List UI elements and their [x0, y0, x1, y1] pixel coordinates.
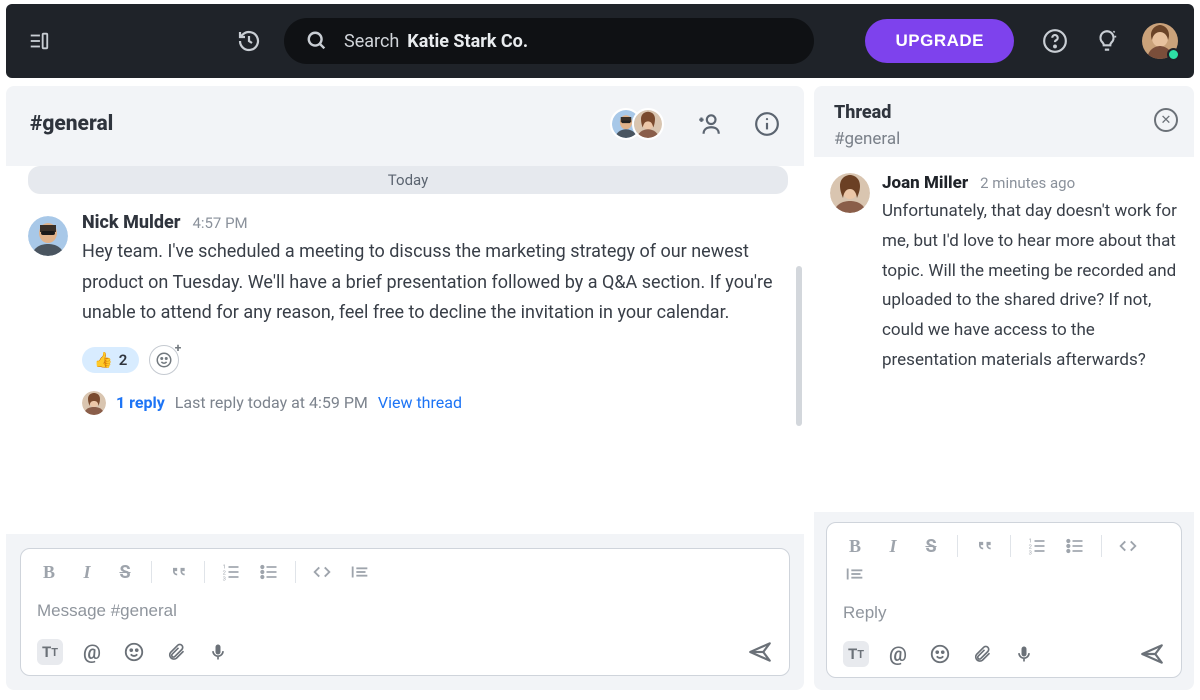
codeblock-button[interactable]	[348, 561, 372, 583]
mic-button[interactable]	[205, 639, 231, 665]
thread-title: Thread	[834, 102, 900, 123]
attach-button[interactable]	[163, 639, 189, 665]
italic-button[interactable]: I	[881, 536, 905, 557]
message: Nick Mulder 4:57 PM Hey team. I've sched…	[28, 212, 794, 415]
reaction-pill[interactable]: 👍 2	[82, 347, 139, 373]
view-thread-link[interactable]: View thread	[378, 393, 462, 412]
channel-title[interactable]: #general	[30, 112, 113, 136]
message-text: Hey team. I've scheduled a meeting to di…	[82, 237, 774, 329]
code-button[interactable]	[310, 561, 334, 583]
send-button[interactable]	[747, 639, 773, 665]
send-button[interactable]	[1139, 641, 1165, 667]
bulb-icon[interactable]	[1090, 24, 1124, 58]
thread-formatting-toolbar: B I S 123	[837, 531, 1171, 593]
thread-avatar[interactable]	[830, 173, 870, 213]
thread-composer: B I S 123 TT @	[826, 522, 1182, 678]
sidebar-toggle-icon[interactable]	[22, 24, 56, 58]
user-avatar[interactable]	[1142, 23, 1178, 59]
bold-button[interactable]: B	[843, 536, 867, 557]
mic-button[interactable]	[1011, 641, 1037, 667]
message-composer: B I S 123 TT @	[20, 548, 790, 676]
reaction-count: 2	[119, 351, 128, 369]
thread-time: 2 minutes ago	[980, 174, 1075, 192]
thread-panel: Thread #general ✕ Joan Miller 2 minutes …	[814, 86, 1194, 690]
quote-button[interactable]	[972, 536, 996, 556]
thread-message: Joan Miller 2 minutes ago Unfortunately,…	[830, 173, 1178, 376]
thread-messages: Joan Miller 2 minutes ago Unfortunately,…	[814, 157, 1194, 512]
main-panel: #general Today Nick Mulder 4:57 PM	[6, 86, 804, 690]
thread-header: Thread #general ✕	[814, 86, 1194, 157]
ordered-list-button[interactable]: 123	[219, 562, 243, 582]
search-box[interactable]: Search Katie Stark Co.	[284, 18, 814, 64]
channel-members[interactable]	[612, 108, 664, 140]
last-reply: Last reply today at 4:59 PM	[175, 393, 368, 412]
message-author[interactable]: Nick Mulder	[82, 212, 180, 233]
message-input[interactable]	[31, 591, 779, 633]
code-button[interactable]	[1116, 535, 1140, 557]
add-user-icon[interactable]	[696, 111, 722, 137]
formatting-toolbar: B I S 123	[31, 557, 779, 591]
reply-input[interactable]	[837, 593, 1171, 635]
date-divider: Today	[28, 166, 788, 194]
help-icon[interactable]	[1038, 24, 1072, 58]
bullet-list-button[interactable]	[1063, 536, 1087, 556]
close-icon[interactable]: ✕	[1154, 108, 1178, 132]
toggle-formatting-button[interactable]: TT	[843, 641, 869, 667]
svg-text:3: 3	[223, 576, 226, 582]
thread-summary[interactable]: 1 reply Last reply today at 4:59 PM View…	[82, 391, 774, 415]
search-context: Katie Stark Co.	[407, 31, 528, 52]
search-icon	[306, 30, 328, 52]
add-reaction-icon[interactable]: +	[149, 345, 179, 375]
mention-button[interactable]: @	[79, 639, 105, 665]
channel-header: #general	[6, 86, 804, 166]
presence-dot	[1167, 48, 1180, 61]
upgrade-button[interactable]: UPGRADE	[865, 19, 1014, 63]
reaction-emoji: 👍	[94, 351, 113, 369]
attach-button[interactable]	[969, 641, 995, 667]
bullet-list-button[interactable]	[257, 562, 281, 582]
strike-button[interactable]: S	[113, 562, 137, 583]
search-label: Search	[344, 31, 399, 52]
message-list: Today Nick Mulder 4:57 PM Hey team. I've…	[6, 166, 804, 534]
thread-subtitle[interactable]: #general	[834, 129, 900, 149]
message-time: 4:57 PM	[192, 214, 247, 232]
reply-count: 1 reply	[116, 393, 165, 412]
thread-text: Unfortunately, that day doesn't work for…	[882, 197, 1178, 376]
info-icon[interactable]	[754, 111, 780, 137]
strike-button[interactable]: S	[919, 536, 943, 557]
ordered-list-button[interactable]: 123	[1025, 536, 1049, 556]
codeblock-button[interactable]	[843, 563, 867, 585]
bold-button[interactable]: B	[37, 562, 61, 583]
top-bar: Search Katie Stark Co. UPGRADE	[6, 4, 1194, 78]
emoji-button[interactable]	[121, 639, 147, 665]
thread-author[interactable]: Joan Miller	[882, 173, 968, 193]
mention-button[interactable]: @	[885, 641, 911, 667]
quote-button[interactable]	[166, 562, 190, 582]
message-avatar[interactable]	[28, 216, 68, 256]
emoji-button[interactable]	[927, 641, 953, 667]
toggle-formatting-button[interactable]: TT	[37, 639, 63, 665]
svg-text:3: 3	[1029, 550, 1032, 556]
italic-button[interactable]: I	[75, 562, 99, 583]
history-icon[interactable]	[232, 24, 266, 58]
scrollbar[interactable]	[796, 266, 802, 426]
reply-avatar	[82, 391, 106, 415]
